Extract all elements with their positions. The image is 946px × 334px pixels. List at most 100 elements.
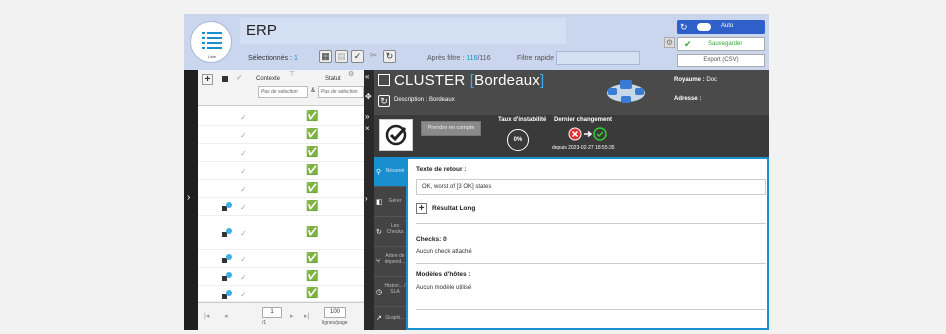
- after-filter-label: Après filtre :: [427, 55, 465, 62]
- tree-icon: ⑂: [376, 258, 381, 265]
- checks-value: Aucun check attaché: [416, 249, 472, 255]
- last-page-icon[interactable]: ▸|: [304, 312, 309, 320]
- settings-icon[interactable]: ⚙: [348, 70, 354, 78]
- logo-label: Liste: [207, 54, 217, 59]
- tab-resume[interactable]: ⚲ Résumé: [374, 157, 406, 187]
- table-row[interactable]: ✓ ✅: [198, 146, 364, 162]
- adresse-label: Adresse :: [674, 96, 702, 102]
- app-window: Liste ERP Sélectionnés : 1 ▦ ▤ ✓ ✂ ↻ Apr…: [184, 14, 769, 330]
- ok-status-icon: ✅: [306, 183, 319, 194]
- auto-refresh-control[interactable]: ↻ Auto: [677, 20, 765, 34]
- table-row[interactable]: ✓ ✅: [198, 218, 364, 250]
- cluster-icon: [222, 228, 232, 237]
- ok-status-icon: ✅: [306, 111, 319, 122]
- last-change-label: Dernier changement: [554, 117, 613, 123]
- grid-icon: ▤: [337, 51, 346, 61]
- tab-dependency-tree[interactable]: ⑂ Arbre de dépend...: [374, 247, 406, 277]
- ok-badge-icon: [385, 124, 407, 146]
- tab-history-sla[interactable]: ◷ Histori... / SLA: [374, 277, 406, 307]
- check-icon: ✓: [240, 203, 247, 212]
- next-page-icon[interactable]: ▸: [290, 312, 294, 320]
- detail-header: ↻ CLUSTER [Bordeaux] Description : Borde…: [374, 70, 769, 115]
- tab-gerer[interactable]: ◧ Gérer: [374, 187, 406, 217]
- detail-tabs: ⚲ Résumé ◧ Gérer ↻ Les Checks ⑂ Arbre de dép…: [374, 157, 406, 330]
- move-icon[interactable]: ✥: [365, 92, 372, 101]
- column-header-context[interactable]: Contexte: [256, 76, 280, 82]
- divider: [416, 309, 766, 310]
- check-all-button[interactable]: ✓: [351, 50, 364, 63]
- royaume-value: Doc: [706, 77, 718, 83]
- filter-icon[interactable]: ⊤: [289, 70, 295, 78]
- check-icon: ✓: [240, 273, 247, 282]
- refresh-button[interactable]: ↻: [383, 50, 396, 63]
- table-row[interactable]: ✓ ✅: [198, 270, 364, 286]
- models-label: Modèles d'hôtes :: [416, 271, 471, 278]
- tools-button[interactable]: ✂: [367, 50, 380, 63]
- column-header-status[interactable]: Statut: [325, 76, 341, 82]
- selected-value: 1: [293, 55, 298, 62]
- first-page-icon[interactable]: |◂: [204, 312, 209, 320]
- status-bar: Prendre en compte Taux d'instabilité 0% …: [374, 115, 769, 157]
- quick-filter-input[interactable]: [556, 51, 640, 65]
- check-icon: ✓: [240, 131, 247, 140]
- cluster-type-icon: [378, 74, 390, 86]
- add-button[interactable]: +: [202, 74, 213, 85]
- page-select[interactable]: 1: [262, 307, 282, 318]
- checks-count: Checks: 0: [416, 236, 447, 243]
- ok-status-icon: ✅: [306, 147, 319, 158]
- refresh-icon: ↻: [680, 22, 688, 32]
- refresh-icon[interactable]: ↻: [378, 95, 390, 107]
- panel-controls: « ✥ » × ›: [364, 70, 374, 330]
- since-timestamp: depuis 2023-02-27 18:55:35: [552, 145, 615, 151]
- prev-page-icon[interactable]: ◂: [224, 312, 228, 320]
- check-column-icon: ✓: [236, 73, 243, 82]
- state-change-icon: [568, 127, 607, 141]
- host-table: + ✓ Contexte ⊤ Statut ⚙ Pas de sélection…: [198, 70, 373, 330]
- filter-and: &: [311, 88, 316, 94]
- tab-graphs[interactable]: ↗ Graphi...: [374, 307, 406, 330]
- tab-checks[interactable]: ↻ Les Checks: [374, 217, 406, 247]
- select-all-icon[interactable]: [222, 76, 228, 82]
- expand-icon[interactable]: »: [365, 112, 369, 121]
- page-size-select[interactable]: 100: [324, 307, 346, 318]
- selected-count: Sélectionnés : 1: [248, 55, 298, 62]
- table-row[interactable]: ✓ ✅: [198, 182, 364, 198]
- status-filter-select[interactable]: Pas de sélection: [318, 86, 364, 98]
- page-title: ERP: [240, 18, 566, 44]
- check-icon: ✔: [684, 39, 692, 49]
- table-row[interactable]: ✓ ✅: [198, 288, 364, 302]
- acknowledge-button[interactable]: Prendre en compte: [421, 121, 481, 136]
- gear-icon[interactable]: ⚙: [664, 37, 675, 48]
- save-button[interactable]: ✔ Sauvegarder: [677, 37, 765, 51]
- ok-status-icon: ✅: [306, 253, 319, 264]
- cluster-icon: [222, 202, 232, 211]
- chevron-right-icon[interactable]: ›: [365, 194, 368, 203]
- check-icon: ✓: [240, 113, 247, 122]
- save-label: Sauvegarder: [708, 41, 743, 47]
- cluster-icon: [222, 290, 232, 299]
- table-row[interactable]: ✓ ✅: [198, 110, 364, 126]
- long-result-label[interactable]: Résultat Long: [432, 205, 475, 212]
- after-filter-count: 116: [466, 55, 478, 62]
- table-row[interactable]: ✓ ✅: [198, 252, 364, 268]
- context-filter-select[interactable]: Pas de sélection: [258, 86, 308, 98]
- table-row[interactable]: ✓ ✅: [198, 128, 364, 144]
- calendar-button[interactable]: ▦: [319, 50, 332, 63]
- checks-icon: ↻: [376, 229, 382, 236]
- export-csv-button[interactable]: Export (CSV): [677, 54, 765, 67]
- return-text-label: Texte de retour :: [416, 166, 467, 173]
- list-logo[interactable]: Liste: [190, 21, 232, 63]
- collapse-icon[interactable]: «: [365, 72, 369, 81]
- page-size-label: lignes/page: [322, 320, 348, 326]
- left-collapse-tab[interactable]: ›: [184, 70, 198, 330]
- auto-toggle[interactable]: [697, 23, 711, 31]
- grid-button[interactable]: ▤: [335, 50, 348, 63]
- close-icon[interactable]: ×: [365, 124, 370, 133]
- table-row[interactable]: ✓ ✅: [198, 200, 364, 216]
- tab-label: Arbre de dépend...: [384, 253, 406, 265]
- table-row[interactable]: ✓ ✅: [198, 164, 364, 180]
- ok-status-icon: ✅: [306, 271, 319, 282]
- expand-long-result-button[interactable]: +: [416, 203, 427, 214]
- divider: [416, 263, 766, 264]
- royaume: Royaume : Doc: [674, 77, 717, 83]
